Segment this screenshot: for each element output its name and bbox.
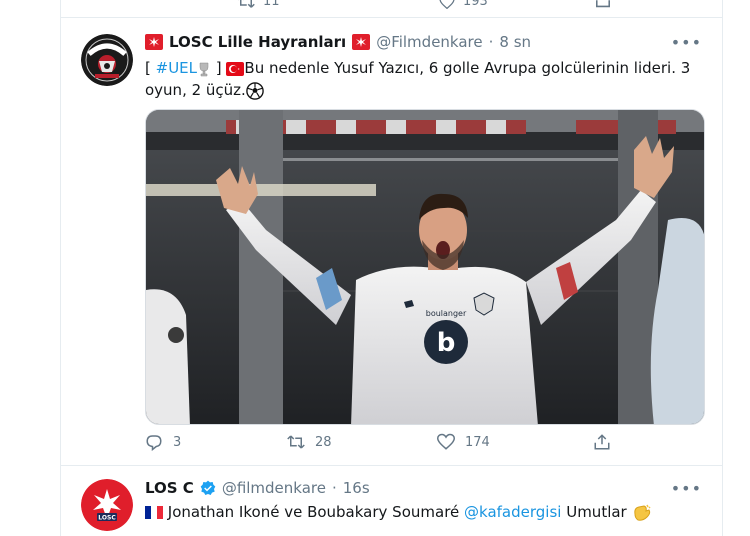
retweet-count: 11 <box>263 0 280 9</box>
previous-tweet-actions: 11 193 <box>61 0 722 18</box>
like-button[interactable]: 174 <box>437 433 490 451</box>
tweet-header: LOSC Lille Hayranları @Filmdenkare · 8 s… <box>145 33 531 51</box>
timeline: 11 193 LOSC Lille Hayranları @Filmdenkar… <box>60 0 723 536</box>
more-options-button[interactable]: ••• <box>671 479 702 498</box>
avatar-text: LOSC <box>98 515 116 522</box>
retweet-button[interactable]: 11 <box>237 0 280 9</box>
reply-icon <box>146 435 162 451</box>
timestamp[interactable]: 16s <box>343 479 370 497</box>
share-icon <box>594 434 610 450</box>
separator: · <box>331 479 337 497</box>
heart-icon <box>439 0 455 9</box>
tweet[interactable]: LOSC Lille Hayranları @Filmdenkare · 8 s… <box>61 19 722 466</box>
verified-badge-icon <box>200 480 216 495</box>
losc-fans-logo <box>81 34 133 86</box>
hashtag-link[interactable]: #UEL <box>156 59 197 77</box>
france-flag-icon <box>145 506 163 519</box>
retweet-icon <box>240 0 255 8</box>
svg-text:b: b <box>437 328 456 358</box>
heart-icon <box>437 433 455 450</box>
losc-logo: LOSC <box>81 479 133 531</box>
retweet-icon <box>287 435 305 449</box>
separator: · <box>488 33 494 51</box>
jersey-sponsor: boulanger <box>426 309 467 318</box>
mention-link[interactable]: @kafadergisi <box>464 503 561 521</box>
tweet-body: Jonathan Ikoné ve Boubakary Soumaré <box>167 503 465 521</box>
tweet-actions: 3 28 174 <box>145 433 645 457</box>
more-options-button[interactable]: ••• <box>671 33 702 52</box>
timestamp[interactable]: 8 sn <box>499 33 531 51</box>
turkey-flag-icon <box>226 61 245 76</box>
tweet-image[interactable]: b boulanger <box>145 109 705 425</box>
reply-button[interactable]: 3 <box>145 433 181 451</box>
bracket: ] <box>211 59 222 77</box>
trophy-icon <box>199 62 209 76</box>
retweet-count: 28 <box>315 434 332 450</box>
reply-count: 3 <box>173 434 182 450</box>
share-icon <box>596 0 610 8</box>
avatar[interactable] <box>81 34 133 86</box>
lille-flag-icon <box>145 34 163 50</box>
share-button[interactable] <box>593 433 611 451</box>
celebration-photo: b boulanger <box>146 110 704 424</box>
bracket: [ <box>145 59 156 77</box>
user-handle[interactable]: @filmdenkare <box>222 479 326 497</box>
lille-flag-icon <box>352 34 371 50</box>
tweet-header: LOS C @filmdenkare · 16s <box>145 479 370 497</box>
like-count: 174 <box>465 434 490 450</box>
avatar[interactable]: LOSC <box>81 479 133 531</box>
clapping-hands-icon <box>633 504 651 521</box>
display-name[interactable]: LOSC Lille Hayranları <box>169 33 346 51</box>
soccer-ball-icon <box>246 81 264 100</box>
like-button[interactable]: 193 <box>439 0 488 9</box>
retweet-button[interactable]: 28 <box>287 433 332 451</box>
tweet[interactable]: LOSC LOS C @filmdenkare · 16s ••• Jonath… <box>61 467 722 536</box>
tweet-text: Jonathan Ikoné ve Boubakary Soumaré @kaf… <box>145 501 700 523</box>
like-count: 193 <box>463 0 488 9</box>
share-button[interactable] <box>595 0 611 8</box>
tweet-body-suffix: Umutlar <box>561 503 627 521</box>
user-handle[interactable]: @Filmdenkare <box>376 33 482 51</box>
tweet-text: [ #UEL ] Bu nedenle Yusuf Yazıcı, 6 goll… <box>145 57 700 101</box>
display-name[interactable]: LOS C <box>145 479 194 497</box>
